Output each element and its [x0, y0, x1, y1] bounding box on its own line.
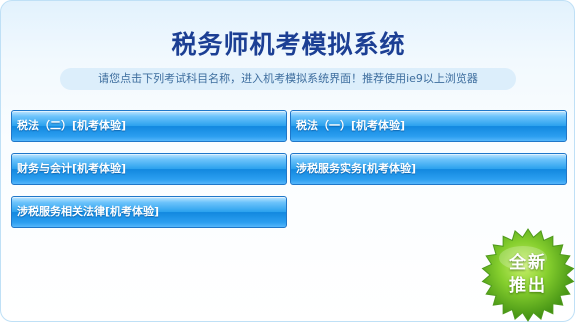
- exam-button-finance-accounting[interactable]: 财务与会计[机考体验]: [11, 153, 287, 185]
- new-launch-badge[interactable]: 全新 推出: [481, 228, 575, 322]
- starburst-icon: [481, 228, 575, 322]
- page-title: 税务师机考模拟系统: [171, 30, 406, 59]
- exam-button-tax-related-law[interactable]: 涉税服务相关法律[机考体验]: [11, 196, 287, 228]
- exam-button-tax-law-2[interactable]: 税法（二）[机考体验]: [11, 110, 287, 142]
- exam-button-tax-service-practice[interactable]: 涉税服务实务[机考体验]: [290, 153, 567, 185]
- notice-bar: 请您点击下列考试科目名称，进入机考模拟系统界面！推荐使用ie9以上浏览器: [60, 68, 516, 90]
- badge-text-line-1: 全新: [509, 253, 547, 273]
- badge-text-line-2: 推出: [509, 276, 547, 296]
- exam-button-tax-law-1[interactable]: 税法（一）[机考体验]: [290, 110, 567, 142]
